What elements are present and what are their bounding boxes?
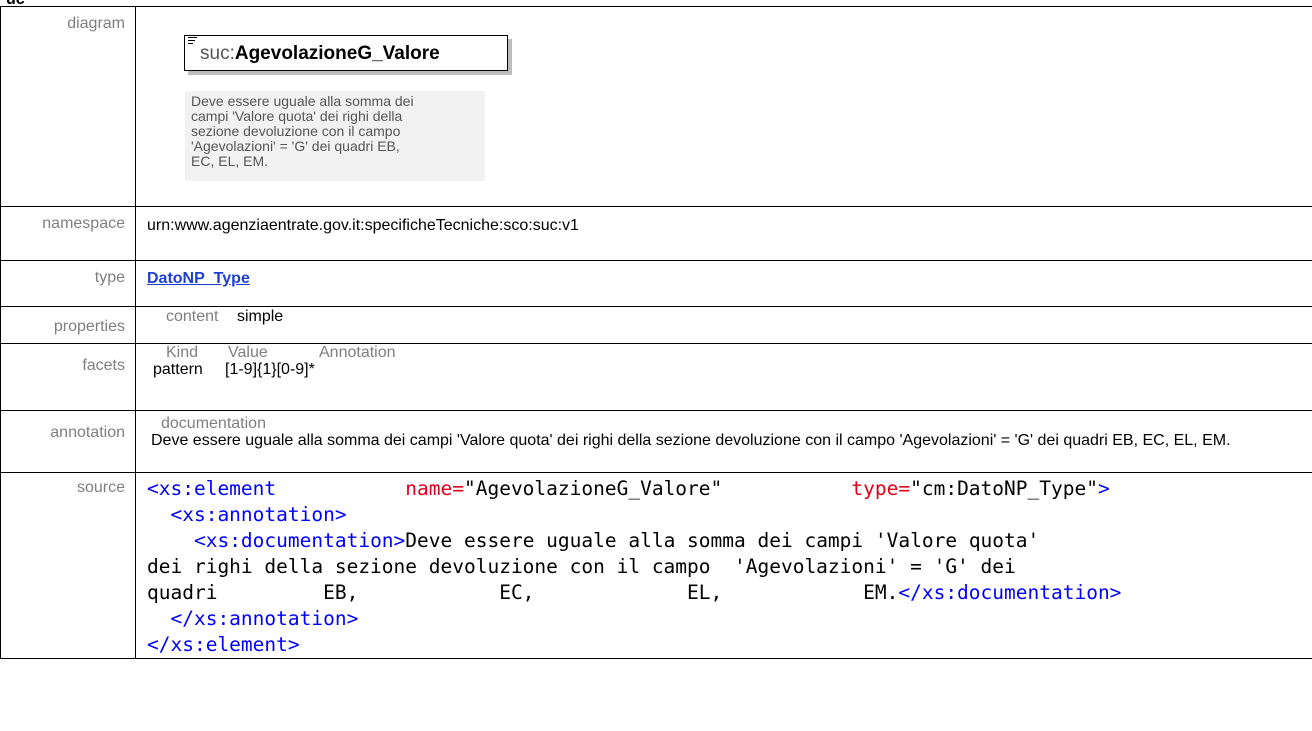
doc-note-line: EC, EL, EM. (191, 153, 269, 169)
row-annotation: annotation documentation Deve essere ugu… (0, 410, 1312, 473)
doc-note-line: Deve essere uguale alla somma dei (191, 93, 414, 109)
row-label: annotation (0, 410, 136, 473)
doc-note-line: sezione devoluzione con il campo (191, 123, 401, 139)
row-label: facets (0, 343, 136, 411)
row-namespace: namespace urn:www.agenziaentrate.gov.it:… (0, 206, 1312, 261)
annotation-text: Deve essere uguale alla somma dei campi … (151, 432, 1231, 449)
namespace-value: urn:www.agenziaentrate.gov.it:specifiche… (135, 206, 1312, 261)
row-label: properties (0, 306, 136, 344)
property-value: simple (236, 308, 284, 325)
properties-cell: content simple (135, 306, 1312, 344)
row-label: source (0, 472, 136, 659)
element-documentation-table: diagram suc:AgevolazioneG_Valore Deve es… (0, 6, 1312, 659)
row-label: diagram (0, 6, 136, 207)
facets-header-kind: Kind (166, 344, 199, 361)
property-key: content (166, 308, 219, 325)
facets-cell: Kind Value Annotation pattern [1-9]{1}[0… (135, 343, 1312, 411)
type-link[interactable]: DatoNP_Type (147, 270, 250, 287)
annotation-heading: documentation (161, 415, 266, 432)
row-diagram: diagram suc:AgevolazioneG_Valore Deve es… (0, 6, 1312, 207)
facet-kind: pattern (153, 361, 203, 378)
doc-note-line: 'Agevolazioni' = 'G' dei quadri EB, (191, 138, 400, 154)
element-box[interactable]: suc:AgevolazioneG_Valore (184, 35, 508, 71)
facets-header-annotation: Annotation (319, 344, 396, 361)
row-properties: properties content simple (0, 306, 1312, 344)
element-name: suc:AgevolazioneG_Valore (200, 43, 440, 64)
row-facets: facets Kind Value Annotation pattern [1-… (0, 343, 1312, 411)
type-cell: DatoNP_Type (135, 260, 1312, 307)
source-code: <xs:element name="AgevolazioneG_Valore" … (147, 477, 1122, 656)
source-cell: <xs:element name="AgevolazioneG_Valore" … (135, 472, 1312, 659)
element-doc-note: Deve essere uguale alla somma dei campi … (185, 91, 485, 181)
row-source: source <xs:element name="AgevolazioneG_V… (0, 472, 1312, 659)
row-label: namespace (0, 206, 136, 261)
doc-note-line: campi 'Valore quota' dei righi della (191, 108, 403, 124)
row-type: type DatoNP_Type (0, 260, 1312, 307)
row-label: type (0, 260, 136, 307)
facets-header-value: Value (228, 344, 268, 361)
element-diagram: suc:AgevolazioneG_Valore Deve essere ugu… (147, 7, 1302, 206)
annotation-cell: documentation Deve essere uguale alla so… (135, 410, 1312, 473)
facet-value: [1-9]{1}[0-9]* (225, 361, 315, 378)
facets-grid: Kind Value Annotation pattern [1-9]{1}[0… (151, 344, 1302, 378)
documentation-lines-icon (188, 37, 197, 46)
diagram-cell: suc:AgevolazioneG_Valore Deve essere ugu… (135, 6, 1312, 207)
